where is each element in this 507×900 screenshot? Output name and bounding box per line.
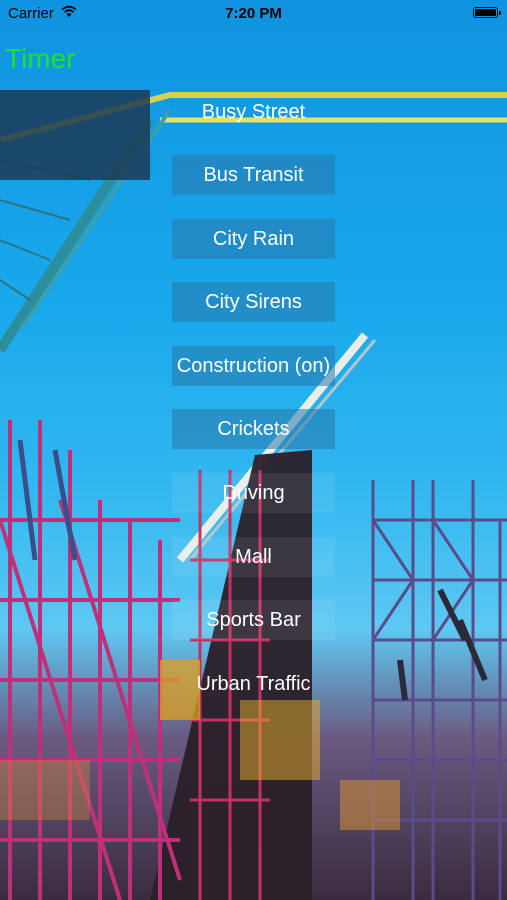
sound-button-bus-transit[interactable]: Bus Transit [172,155,335,195]
sound-button-label: City Rain [212,227,295,250]
sound-button-label: Urban Traffic [196,672,311,695]
status-bar: Carrier 7:20 PM [0,0,507,28]
sound-button-urban-traffic[interactable]: Urban Traffic [172,664,335,704]
clock-time: 7:20 PM [225,5,282,22]
sound-button-city-sirens[interactable]: City Sirens [172,282,335,322]
battery-icon [473,7,501,18]
sound-button-label: Sports Bar [206,608,301,631]
timer-button[interactable]: Timer [5,43,76,75]
sound-button-sports-bar[interactable]: Sports Bar [172,600,335,640]
sound-button-label: City Sirens [205,290,302,313]
sound-button-label: Mall [235,545,272,568]
background-construction-image [0,0,507,900]
sound-button-crickets[interactable]: Crickets [172,409,335,449]
sound-button-mall[interactable]: Mall [172,537,335,577]
sound-button-label: Driving [222,481,285,504]
sound-button-label: Construction (on) [176,354,331,377]
sound-button-driving[interactable]: Driving [172,473,335,513]
sound-button-construction[interactable]: Construction (on) [172,346,335,386]
sound-button-label: Bus Transit [203,163,304,186]
sound-button-city-rain[interactable]: City Rain [172,219,335,259]
sound-button-label: Crickets [217,417,290,440]
sound-button-label: Busy Street [201,100,306,123]
sound-button-busy-street[interactable]: Busy Street [172,92,335,132]
